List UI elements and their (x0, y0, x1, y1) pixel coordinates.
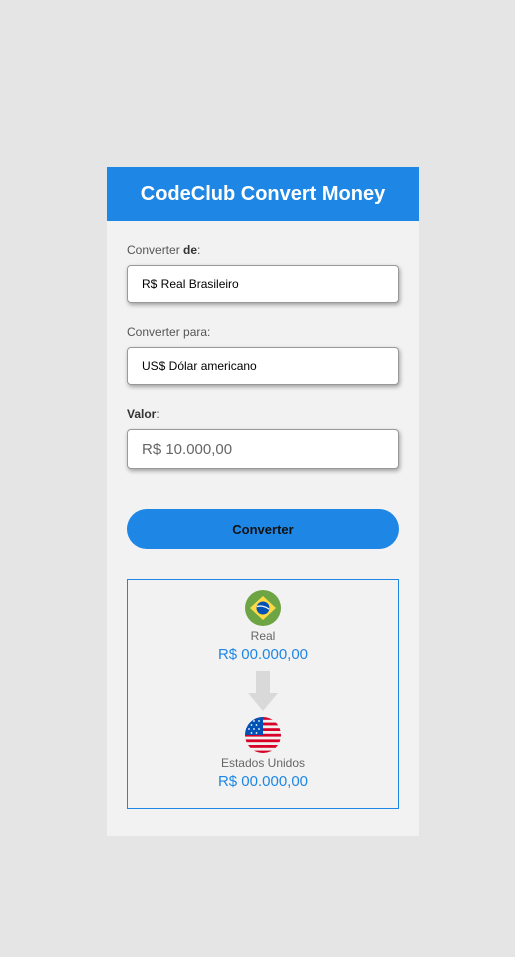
converter-app: CodeClub Convert Money Converter de: R$ … (107, 167, 419, 836)
app-header: CodeClub Convert Money (107, 167, 419, 221)
value-input[interactable] (127, 429, 399, 469)
to-currency-select[interactable]: US$ Dólar americano (127, 347, 399, 385)
to-label: Converter para: (127, 325, 211, 339)
usa-flag-icon (245, 717, 281, 753)
to-currency-value: US$ Dólar americano (142, 359, 257, 373)
from-currency-name: Real (250, 629, 276, 643)
convert-button[interactable]: Converter (127, 509, 399, 549)
arrow-down-icon (248, 671, 278, 711)
to-currency-amount: R$ 00.000,00 (217, 773, 309, 790)
converter-form: Converter de: R$ Real Brasileiro Convert… (107, 243, 419, 809)
from-currency-value: R$ Real Brasileiro (142, 277, 239, 291)
to-currency-name: Estados Unidos (220, 756, 306, 770)
app-title: CodeClub Convert Money (140, 182, 386, 205)
value-label: Valor: (127, 407, 160, 421)
brazil-flag-icon (245, 590, 281, 626)
from-currency-select[interactable]: R$ Real Brasileiro (127, 265, 399, 303)
from-label: Converter de: (127, 243, 201, 257)
result-panel: Real R$ 00.000,00 Estados Unidos R$ 00.0… (127, 579, 399, 809)
from-currency-amount: R$ 00.000,00 (217, 646, 309, 663)
